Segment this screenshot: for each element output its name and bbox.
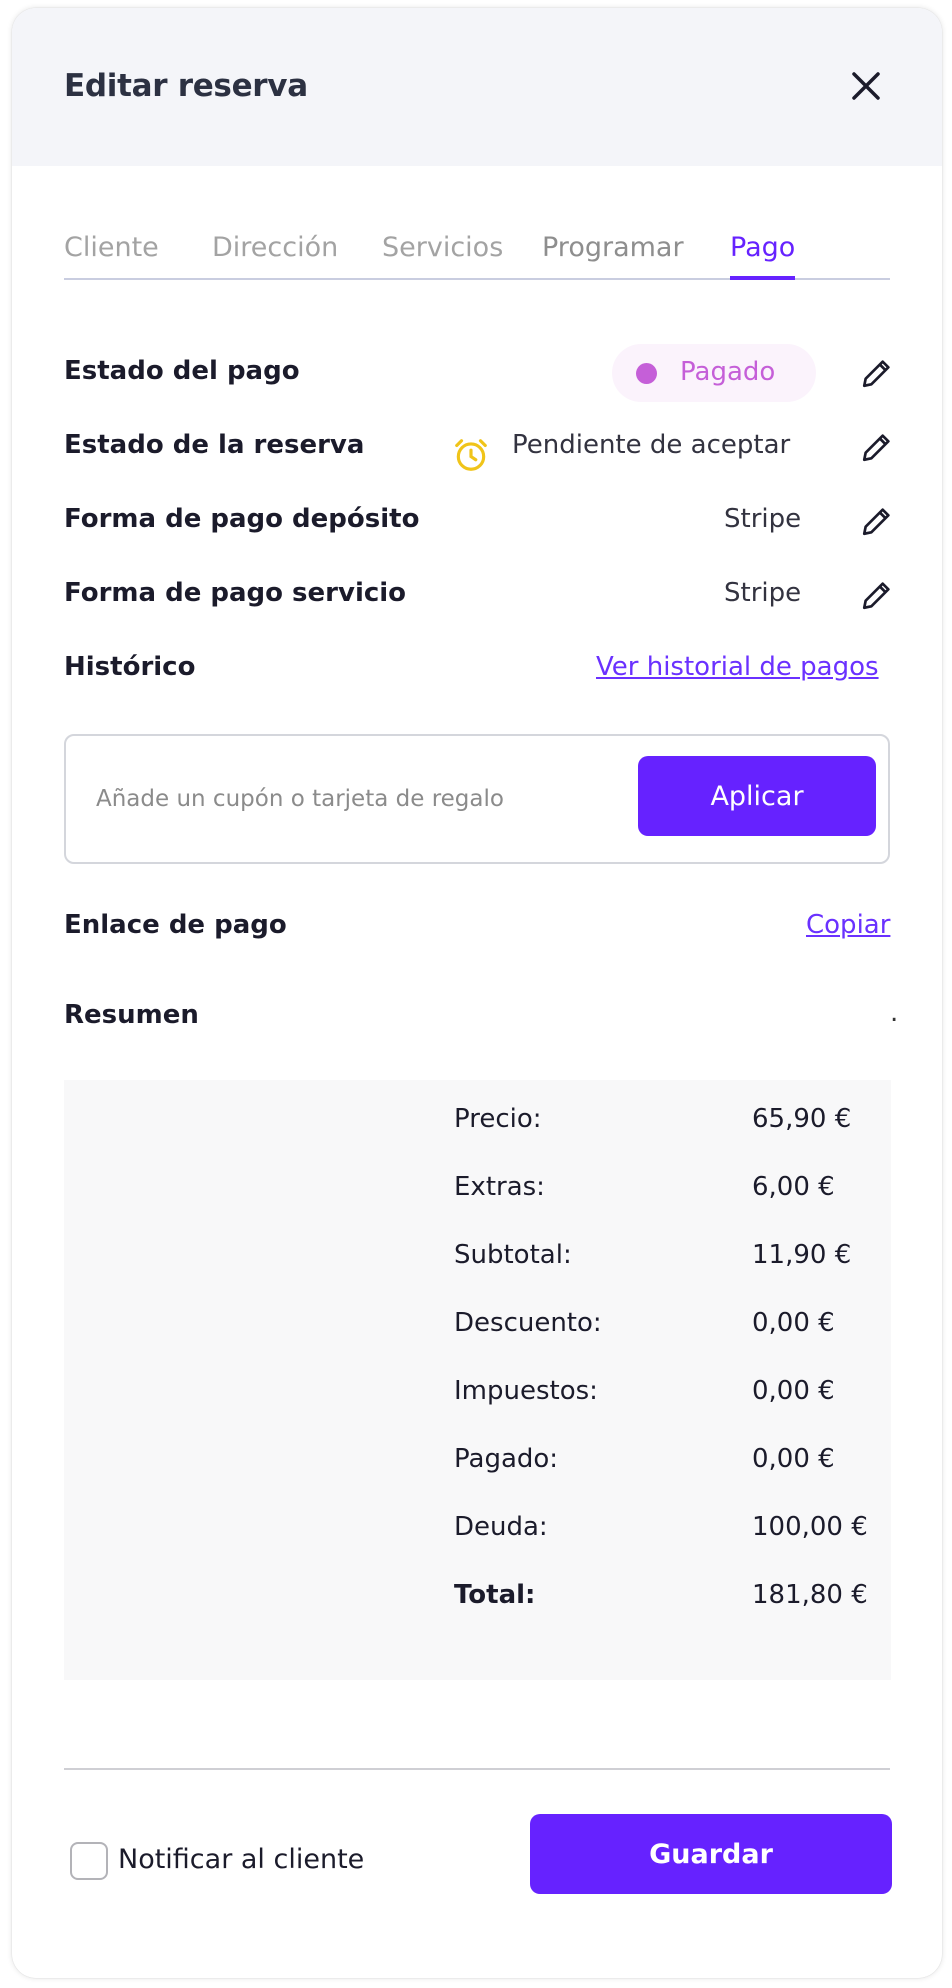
summary-panel: Precio: 65,90 € Extras: 6,00 € Subtotal:… (64, 1080, 891, 1680)
apply-coupon-button[interactable]: Aplicar (638, 756, 876, 836)
edit-booking-status-pencil-icon[interactable] (860, 430, 894, 464)
summary-discount-value: 0,00 € (752, 1308, 835, 1338)
summary-taxes-label: Impuestos: (454, 1376, 598, 1406)
summary-paid-value: 0,00 € (752, 1444, 835, 1474)
tab-direccion[interactable]: Dirección (212, 232, 338, 263)
modal-header: Editar reserva (12, 8, 942, 166)
copy-payment-link[interactable]: Copiar (806, 910, 890, 940)
summary-debt-value: 100,00 € (752, 1512, 868, 1542)
summary-subtotal-value: 11,90 € (752, 1240, 852, 1270)
deposit-method-value: Stripe (724, 504, 802, 534)
alarm-clock-icon (455, 439, 487, 471)
edit-deposit-method-pencil-icon[interactable] (860, 504, 894, 538)
deposit-method-label: Forma de pago depósito (64, 504, 420, 534)
close-button[interactable] (846, 66, 886, 106)
summary-price-value: 65,90 € (752, 1104, 852, 1134)
booking-status-label: Estado de la reserva (64, 430, 365, 460)
service-method-value: Stripe (724, 578, 802, 608)
payment-link-label: Enlace de pago (64, 910, 287, 940)
summary-debt-label: Deuda: (454, 1512, 548, 1542)
summary-subtotal-label: Subtotal: (454, 1240, 572, 1270)
footer-divider (64, 1768, 890, 1770)
summary-total-value: 181,80 € (752, 1580, 868, 1610)
tab-servicios[interactable]: Servicios (382, 232, 503, 263)
summary-price-label: Precio: (454, 1104, 542, 1134)
status-dot-icon (636, 363, 657, 384)
booking-tabs: Cliente Dirección Servicios Programar Pa… (64, 218, 890, 280)
summary-extras-label: Extras: (454, 1172, 545, 1202)
payment-status-value: Pagado (680, 357, 776, 387)
edit-service-method-pencil-icon[interactable] (860, 578, 894, 612)
payment-status-label: Estado del pago (64, 356, 300, 386)
summary-paid-label: Pagado: (454, 1444, 559, 1474)
summary-discount-label: Descuento: (454, 1308, 602, 1338)
modal-title: Editar reserva (64, 68, 308, 104)
summary-total-label: Total: (454, 1580, 536, 1610)
summary-trailing-dot: . (890, 998, 899, 1028)
tab-pago[interactable]: Pago (730, 232, 796, 280)
summary-title: Resumen (64, 1000, 199, 1030)
edit-payment-status-pencil-icon[interactable] (860, 356, 894, 390)
notify-client-label[interactable]: Notificar al cliente (118, 1844, 364, 1875)
history-label: Histórico (64, 652, 196, 682)
payment-status-badge: Pagado (612, 344, 816, 402)
edit-booking-modal: Editar reserva Cliente Dirección Servici… (12, 8, 942, 1978)
tab-cliente[interactable]: Cliente (64, 232, 159, 263)
payment-history-link[interactable]: Ver historial de pagos (596, 652, 879, 682)
save-button[interactable]: Guardar (530, 1814, 892, 1894)
coupon-form: Aplicar (64, 734, 890, 864)
notify-client-checkbox[interactable] (70, 1842, 108, 1880)
summary-taxes-value: 0,00 € (752, 1376, 835, 1406)
tab-programar[interactable]: Programar (542, 232, 684, 263)
booking-status-value: Pendiente de aceptar (512, 430, 791, 460)
coupon-input[interactable] (94, 774, 614, 824)
service-method-label: Forma de pago servicio (64, 578, 407, 608)
summary-extras-value: 6,00 € (752, 1172, 835, 1202)
close-icon (852, 72, 880, 100)
